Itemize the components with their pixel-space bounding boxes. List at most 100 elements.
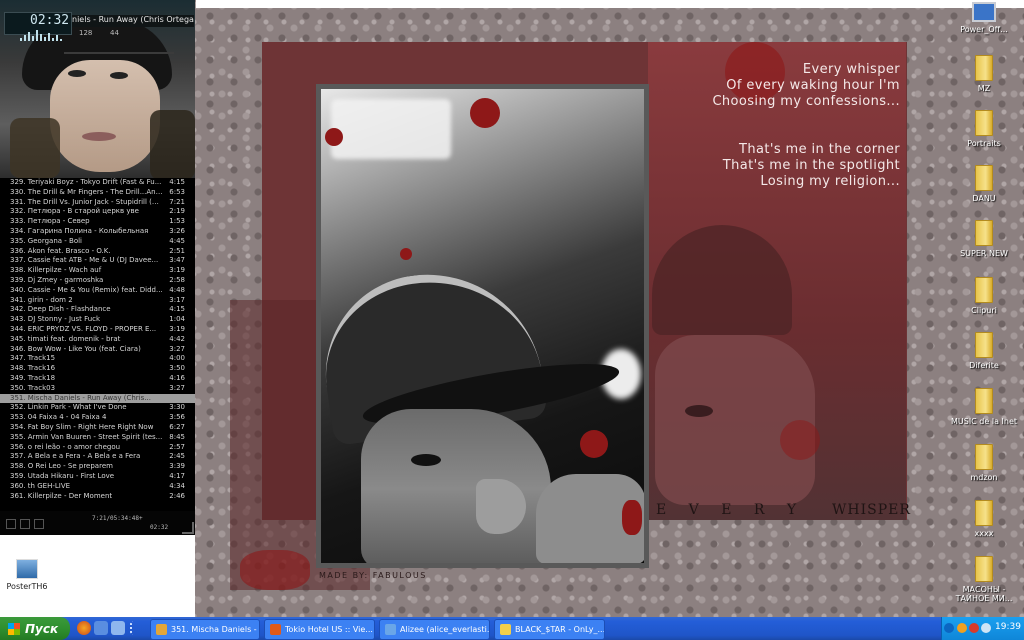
playlist-row[interactable]: 338. Killerpilze - Wach auf 3:19	[0, 266, 195, 276]
desktop-icon[interactable]: mdzon	[949, 444, 1019, 482]
track-title: 357. A Bela e a Fera - A Bela e a Fera	[10, 452, 141, 461]
app-icon	[500, 624, 511, 635]
desktop-quicklaunch-icon[interactable]	[111, 621, 125, 635]
playlist-row[interactable]: 332. Петлюра - В старой церкв уве 2:19	[0, 207, 195, 217]
taskbar-button-label: BLACK_$TAR - OnLy_...	[515, 625, 605, 634]
playlist-row[interactable]: 357. A Bela e a Fera - A Bela e a Fera 2:…	[0, 452, 195, 462]
playlist-row[interactable]: 330. The Drill & Mr Fingers - The Drill.…	[0, 188, 195, 198]
playlist-select-button[interactable]	[34, 519, 44, 529]
track-duration: 4:34	[169, 481, 185, 490]
playlist-row[interactable]: 336. Akon feat. Brasco - O.K. 2:51	[0, 247, 195, 257]
folder-icon	[975, 500, 993, 526]
wallpaper-photo	[321, 89, 644, 563]
playlist-row[interactable]: 343. DJ Stonny - Just Fuck 1:04	[0, 315, 195, 325]
every-whisper-caption: E V E R Y WHISPER	[656, 502, 911, 518]
playlist-row[interactable]: 337. Cassie feat ATB - Me & U (DJ Davee.…	[0, 256, 195, 266]
desktop-icon[interactable]: DANU	[949, 165, 1019, 203]
desktop-icon[interactable]: Power_Off...	[949, 2, 1019, 34]
playlist-row[interactable]: 340. Cassie - Me & You (Remix) feat. Did…	[0, 286, 195, 296]
taskbar-button-label: Tokio Hotel US :: Vie...	[285, 625, 373, 634]
app-icon	[270, 624, 281, 635]
desktop-icon[interactable]: MUSIC de la Inet	[949, 388, 1019, 426]
playlist-row[interactable]: 339. Dj Zmey - garmoshka 2:58	[0, 276, 195, 286]
taskbar-button[interactable]: Tokio Hotel US :: Vie...	[264, 619, 375, 640]
browser-quicklaunch-icon[interactable]	[94, 621, 108, 635]
playlist-row[interactable]: 353. 04 Faixa 4 - 04 Faixa 4 3:56	[0, 413, 195, 423]
playlist-row[interactable]: 350. Track03 3:27	[0, 384, 195, 394]
playlist-row[interactable]: 356. o rei leão - o amor chegou 2:57	[0, 443, 195, 453]
made-by-caption: MADE BY: FABULOUS	[319, 571, 427, 580]
playlist-row[interactable]: 361. Killerpilze - Der Moment 2:46	[0, 492, 195, 502]
start-label: Пуск	[25, 621, 59, 636]
playlist-row[interactable]: 359. Utada Hikaru - First Love 4:17	[0, 472, 195, 482]
photo-light	[331, 99, 451, 159]
playlist-row[interactable]: 346. Bow Wow - Like You (feat. Ciara) 3:2…	[0, 345, 195, 355]
skin-face	[50, 60, 160, 172]
song-title-ticker[interactable]: niels - Run Away (Chris Ortega &	[72, 15, 194, 27]
track-duration	[163, 394, 185, 404]
playlist-row[interactable]: 354. Fat Boy Slim - Right Here Right Now…	[0, 423, 195, 433]
desktop-icon[interactable]: Diferite	[949, 332, 1019, 370]
playlist-row[interactable]: 333. Петлюра - Север 1:53	[0, 217, 195, 227]
blood-splatter	[470, 98, 500, 128]
track-title: 345. timati feat. domenik - brat	[10, 334, 121, 343]
media-player-window[interactable]: 02:32 niels - Run Away (Chris Ortega & 1…	[0, 0, 195, 535]
playlist-row[interactable]: 341. girin - dom 2 3:17	[0, 296, 195, 306]
desktop-icon-poster[interactable]: PosterTH6	[0, 559, 62, 591]
tray-volume-icon[interactable]	[981, 623, 991, 633]
top-strip	[196, 0, 1024, 8]
tray-arrow-icon[interactable]	[944, 623, 954, 633]
firefox-quicklaunch-icon[interactable]	[77, 621, 91, 635]
playlist-remove-button[interactable]	[20, 519, 30, 529]
playlist-row[interactable]: 360. th GEH-LIVE 4:34	[0, 482, 195, 492]
playlist-row[interactable]: 347. Track15 4:00	[0, 354, 195, 364]
player-skin-header: 02:32 niels - Run Away (Chris Ortega & 1…	[0, 0, 195, 178]
playlist-row[interactable]: 329. Teriyaki Boyz - Tokyo Drift (Fast &…	[0, 178, 195, 188]
start-button[interactable]: Пуск	[0, 617, 70, 640]
playlist-row[interactable]: 355. Armin Van Buuren - Street Spirit (t…	[0, 433, 195, 443]
desktop-icon[interactable]: Portraits	[949, 110, 1019, 148]
more-quicklaunch-icon[interactable]	[130, 621, 140, 635]
resize-grip[interactable]	[182, 522, 194, 534]
desktop-icon[interactable]: МАСОНЫ - ТАЙНОЕ МИ...	[949, 556, 1019, 603]
time-display[interactable]: 02:32	[30, 13, 69, 28]
desktop-icon[interactable]: SUPER NEW	[949, 220, 1019, 258]
desktop-icon[interactable]: xxxx	[949, 500, 1019, 538]
track-duration: 4:48	[169, 285, 185, 294]
playlist-row[interactable]: 331. The Drill Vs. Junior Jack - Stupidr…	[0, 198, 195, 208]
taskbar-button[interactable]: BLACK_$TAR - OnLy_...	[494, 619, 605, 640]
playlist-row[interactable]: 358. O Rei Leo - Se preparem 3:39	[0, 462, 195, 472]
seek-bar[interactable]	[64, 52, 174, 54]
playlist[interactable]: 329. Teriyaki Boyz - Tokyo Drift (Fast &…	[0, 178, 195, 511]
tray-messenger-icon[interactable]	[957, 623, 967, 633]
taskbar-button[interactable]: Alizee (alice_everlasti...	[379, 619, 490, 640]
track-duration: 4:17	[169, 471, 185, 480]
playlist-row[interactable]: 334. Гагарина Полина - Колыбельная 3:26	[0, 227, 195, 237]
taskbar-button[interactable]: 351. Mischa Daniels - ...	[150, 619, 260, 640]
track-duration: 3:39	[169, 462, 185, 471]
playlist-row[interactable]: 348. Track16 3:50	[0, 364, 195, 374]
playlist-time-elapsed: 02:32	[150, 524, 169, 531]
folder-icon	[975, 444, 993, 470]
desktop-icon-label: MUSIC de la Inet	[950, 417, 1018, 426]
playlist-add-button[interactable]	[6, 519, 16, 529]
visualizer[interactable]	[20, 29, 70, 41]
playlist-row[interactable]: 351. Mischa Daniels - Run Away (Chris...	[0, 393, 195, 404]
taskbar-clock[interactable]: 19:39	[995, 622, 1021, 632]
desktop-icon[interactable]: Clipuri	[949, 277, 1019, 315]
lyric-line: Every whisper	[802, 62, 900, 77]
playlist-row[interactable]: 342. Deep Dish - Flashdance 4:15	[0, 305, 195, 315]
playlist-row[interactable]: 349. Track18 4:16	[0, 374, 195, 384]
tray-antivirus-icon[interactable]	[969, 623, 979, 633]
track-duration: 7:21	[169, 197, 185, 206]
playlist-row[interactable]: 352. Linkin Park - What I've Done 3:30	[0, 403, 195, 413]
playlist-row[interactable]: 345. timati feat. domenik - brat 4:42	[0, 335, 195, 345]
track-duration: 4:42	[169, 334, 185, 343]
track-duration: 2:19	[169, 207, 185, 216]
track-title: 343. DJ Stonny - Just Fuck	[10, 315, 101, 324]
monitor-icon	[972, 2, 996, 22]
desktop-icon[interactable]: MZ	[949, 55, 1019, 93]
playlist-row[interactable]: 335. Georgana - Boli 4:45	[0, 237, 195, 247]
playlist-row[interactable]: 344. ERIC PRYDZ VS. FLOYD - PROPER E... 3…	[0, 325, 195, 335]
track-title: 354. Fat Boy Slim - Right Here Right Now	[10, 422, 154, 431]
